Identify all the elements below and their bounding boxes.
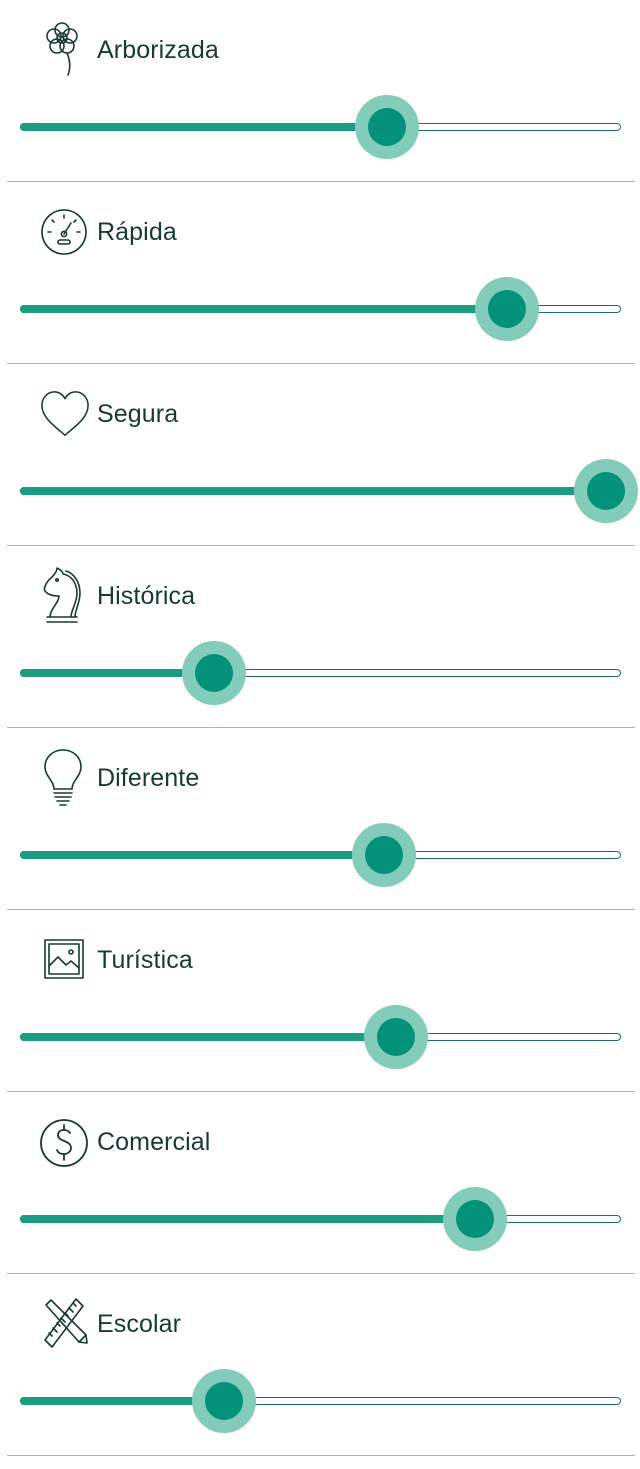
dollar-circle-icon [40,1112,90,1172]
slider-label: Arborizada [97,35,219,64]
slider-row-turistica: Turística [0,910,640,1092]
slider-fill [20,1033,397,1041]
turistica-slider[interactable] [20,1005,621,1069]
picture-icon [40,930,90,990]
slider-header: Diferente [40,748,199,808]
escolar-slider[interactable] [20,1369,621,1433]
slider-row-segura: Segura [0,364,640,546]
slider-thumb[interactable] [364,1005,429,1069]
lightbulb-icon [40,748,90,808]
diferente-slider[interactable] [20,823,621,887]
slider-row-diferente: Diferente [0,728,640,910]
slider-fill [20,123,387,131]
slider-label: Comercial [97,1127,211,1156]
slider-label: Escolar [97,1309,182,1338]
segura-slider[interactable] [20,459,638,523]
slider-thumb[interactable] [182,641,247,705]
slider-thumb[interactable] [192,1369,257,1433]
slider-row-arborizada: Arborizada [0,0,640,182]
slider-header: Segura [40,384,178,444]
slider-fill [20,487,606,495]
heart-icon [40,384,90,444]
slider-row-rapida: Rápida [0,182,640,364]
chess-knight-icon [40,566,90,626]
slider-thumb[interactable] [573,459,638,523]
slider-row-comercial: Comercial [0,1092,640,1274]
slider-fill [20,305,507,313]
slider-label: Diferente [97,763,200,792]
slider-header: Comercial [40,1112,210,1172]
speedometer-icon [40,202,90,262]
slider-header: Turística [40,930,193,990]
rapida-slider[interactable] [20,277,621,341]
slider-row-historica: Histórica [0,546,640,728]
slider-thumb[interactable] [474,277,539,341]
slider-label: Histórica [97,581,196,610]
slider-thumb[interactable] [354,95,419,159]
historica-slider[interactable] [20,641,621,705]
arborizada-slider[interactable] [20,95,621,159]
slider-fill [20,1215,475,1223]
flower-icon [40,20,90,80]
slider-fill [20,851,385,859]
slider-label: Segura [97,399,179,428]
pencil-ruler-icon [40,1294,90,1354]
slider-header: Arborizada [40,20,219,80]
slider-header: Histórica [40,566,195,626]
attribute-slider-list: Arborizada Rápida Segura Histórica Difer… [0,0,640,1456]
slider-label: Turística [97,945,193,974]
slider-thumb[interactable] [352,823,417,887]
slider-header: Escolar [40,1294,181,1354]
slider-label: Rápida [97,217,177,246]
slider-header: Rápida [40,202,177,262]
slider-thumb[interactable] [442,1187,507,1251]
comercial-slider[interactable] [20,1187,621,1251]
slider-row-escolar: Escolar [0,1274,640,1456]
